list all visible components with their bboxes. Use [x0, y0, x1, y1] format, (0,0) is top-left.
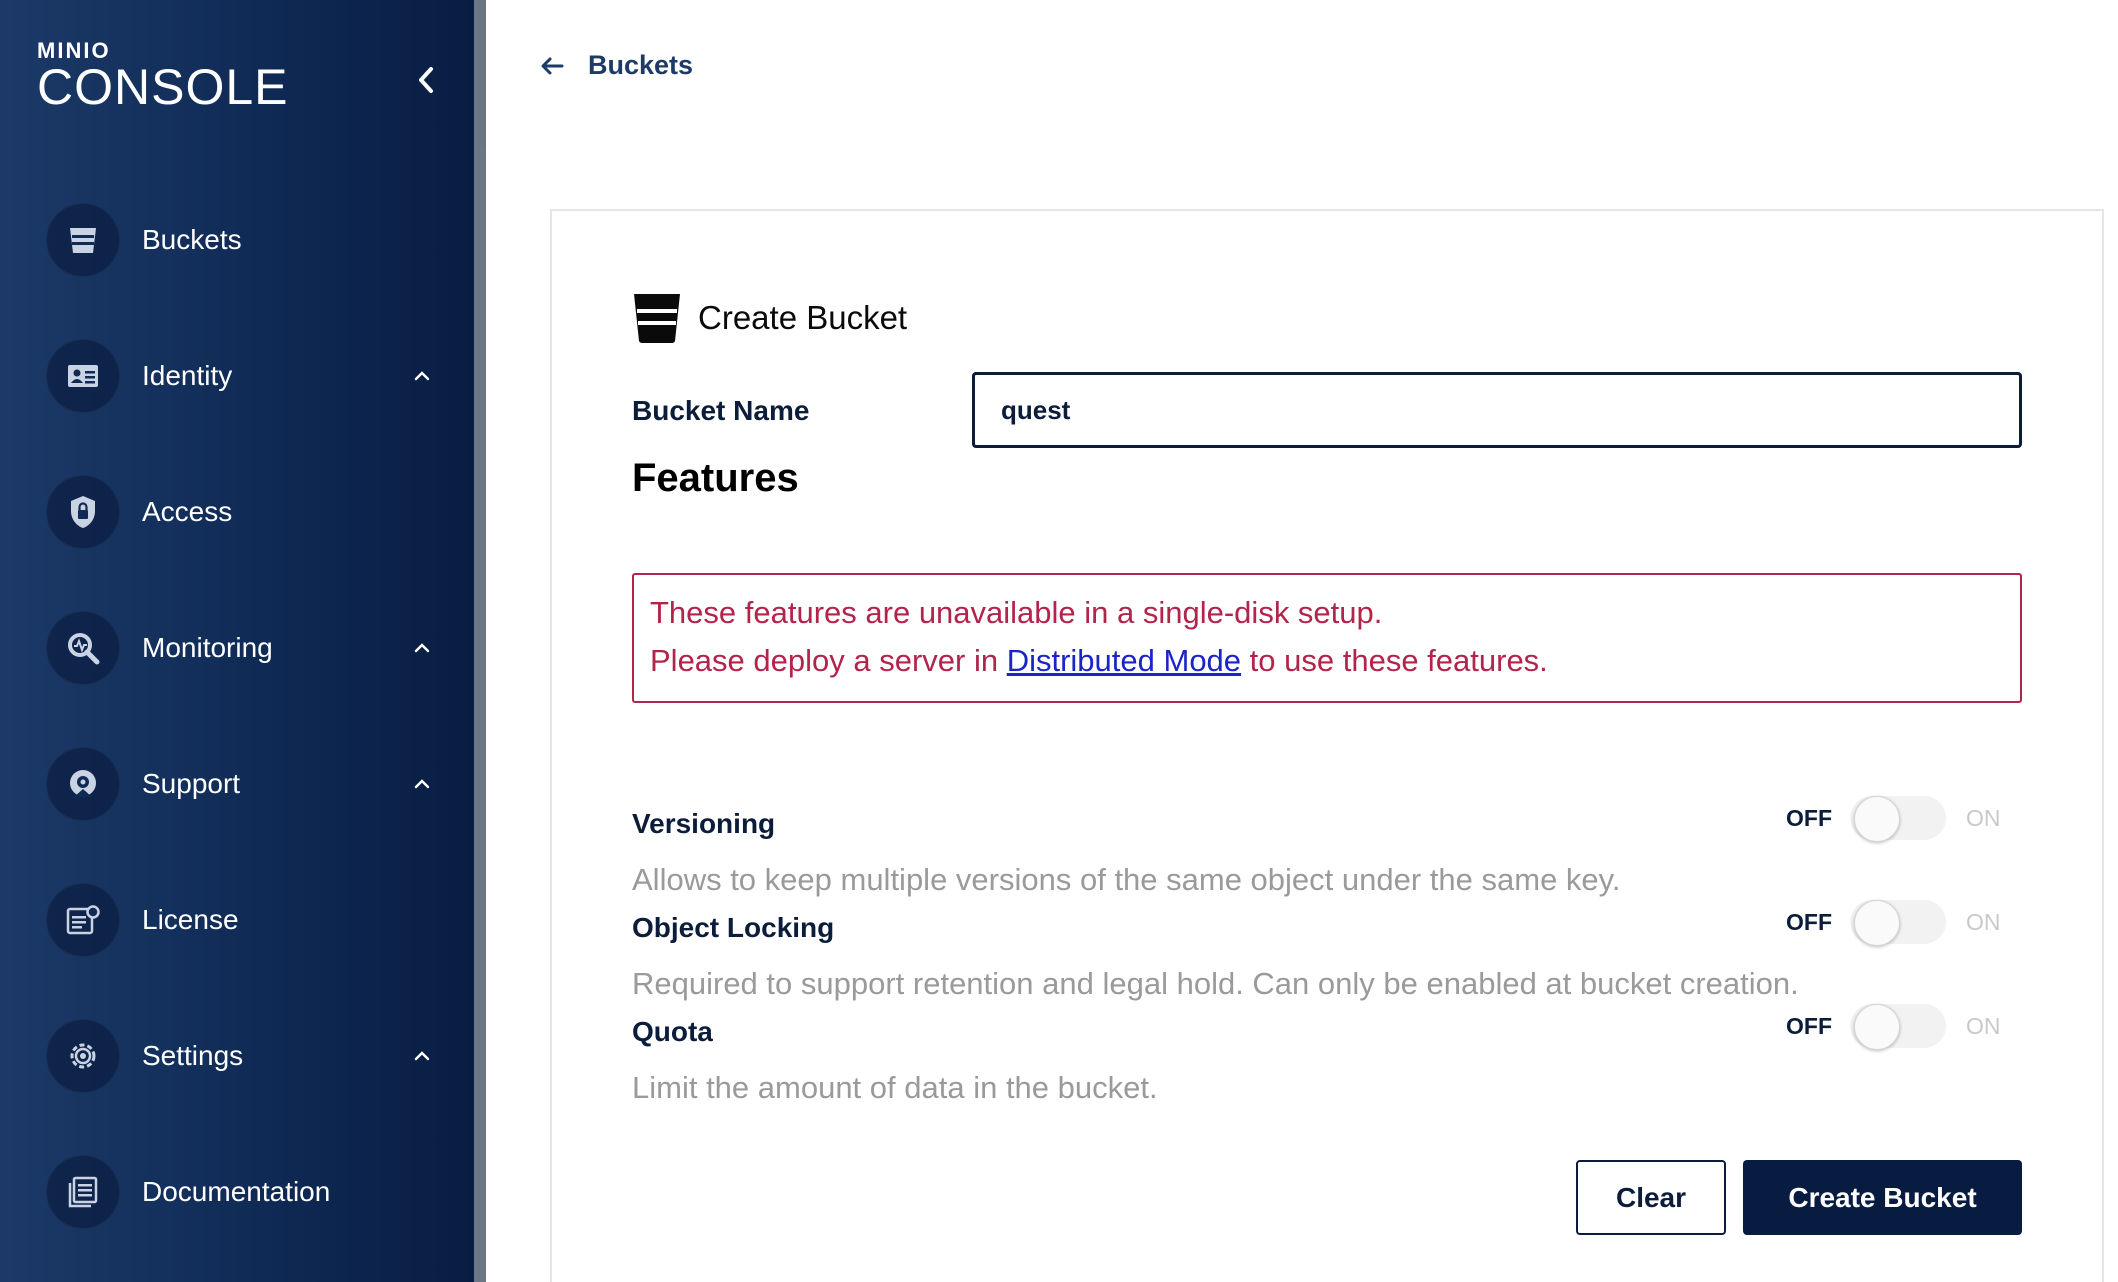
feature-object-locking-label: Object Locking [632, 912, 835, 943]
sidebar-item-label: Settings [142, 1040, 244, 1071]
bucket-name-label: Bucket Name [632, 395, 810, 426]
monitoring-icon [46, 611, 120, 685]
card-title: Create Bucket [632, 292, 907, 344]
toggle-track[interactable] [1850, 900, 1946, 946]
page-header: Buckets [486, 0, 2118, 146]
logo-big-text: CONSOLE [37, 59, 289, 115]
chevron-left-icon [419, 67, 433, 93]
card-title-label: Create Bucket [698, 299, 908, 336]
sidebar-item-label: Documentation [142, 1176, 331, 1207]
toggle-knob [1854, 796, 1900, 842]
chevron-up-icon[interactable] [410, 364, 434, 388]
support-icon [46, 747, 120, 821]
toggle-on-label: ON [1966, 908, 2001, 935]
create-bucket-button[interactable]: Create Bucket [1743, 1160, 2022, 1235]
toggle-off-label: OFF [1786, 1012, 1832, 1039]
sidebar-item-label: Buckets [142, 224, 242, 255]
sidebar-item-label: Support [142, 768, 241, 799]
bucket-icon [46, 203, 120, 277]
documentation-icon [46, 1155, 120, 1229]
feature-quota-description: Limit the amount of data in the bucket. [632, 1070, 1158, 1105]
sidebar-item-buckets[interactable]: Buckets [46, 200, 446, 280]
sidebar-item-monitoring[interactable]: Monitoring [46, 608, 446, 688]
sidebar-item-label: Identity [142, 360, 233, 391]
bucket-name-input[interactable] [972, 372, 2022, 448]
feature-quota-label: Quota [632, 1016, 713, 1047]
sidebar-item-label: License [142, 904, 239, 935]
feature-object-locking-description: Required to support retention and legal … [632, 966, 1799, 1001]
sidebar-item-documentation[interactable]: Documentation [46, 1152, 446, 1232]
chevron-up-icon[interactable] [410, 772, 434, 796]
feature-versioning-label: Versioning [632, 808, 776, 839]
toggle-on-label: ON [1966, 1012, 2001, 1039]
chevron-up-icon[interactable] [410, 1044, 434, 1068]
lock-icon [46, 475, 120, 549]
sidebar-item-settings[interactable]: Settings [46, 1016, 446, 1096]
arrow-left-icon [541, 57, 564, 74]
gear-icon [46, 1019, 120, 1093]
toggle-knob [1854, 1004, 1900, 1050]
distributed-mode-link[interactable]: Distributed Mode [1007, 643, 1241, 678]
sidebar-item-label: Monitoring [142, 632, 273, 663]
quota-toggle[interactable]: OFF ON [1786, 1004, 2001, 1050]
back-to-buckets-link[interactable]: Buckets [540, 50, 693, 81]
clear-button[interactable]: Clear [1576, 1160, 1726, 1235]
toggle-off-label: OFF [1786, 908, 1832, 935]
sidebar-item-license[interactable]: License [46, 880, 446, 960]
toggle-knob [1854, 900, 1900, 946]
single-disk-error-alert: These features are unavailable in a sing… [632, 573, 2022, 703]
versioning-toggle[interactable]: OFF ON [1786, 796, 2001, 842]
collapse-sidebar-button[interactable] [408, 62, 444, 98]
back-link-label: Buckets [588, 50, 694, 80]
sidebar-item-support[interactable]: Support [46, 744, 446, 824]
error-line-2: Please deploy a server in Distributed Mo… [650, 637, 2004, 685]
error-line-2-prefix: Please deploy a server in [650, 643, 1007, 678]
feature-versioning-description: Allows to keep multiple versions of the … [632, 862, 1621, 897]
create-bucket-card [550, 209, 2104, 1282]
toggle-track[interactable] [1850, 796, 1946, 842]
error-line-2-suffix: to use these features. [1241, 643, 1548, 678]
error-line-1: These features are unavailable in a sing… [650, 595, 1383, 630]
toggle-off-label: OFF [1786, 804, 1832, 831]
chevron-up-icon[interactable] [410, 636, 434, 660]
bucket-icon [634, 294, 680, 343]
toggle-on-label: ON [1966, 804, 2001, 831]
sidebar-item-identity[interactable]: Identity [46, 336, 446, 416]
minio-console-logo[interactable]: MINIO CONSOLE [37, 40, 289, 115]
sidebar-item-label: Access [142, 496, 233, 527]
sidebar: MINIO CONSOLE Buckets Identity Access Mo… [0, 0, 486, 1282]
identity-card-icon [46, 339, 120, 413]
object-locking-toggle[interactable]: OFF ON [1786, 900, 2001, 946]
features-heading: Features [632, 456, 799, 500]
license-icon [46, 883, 120, 957]
toggle-track[interactable] [1850, 1004, 1946, 1050]
sidebar-item-access[interactable]: Access [46, 472, 446, 552]
